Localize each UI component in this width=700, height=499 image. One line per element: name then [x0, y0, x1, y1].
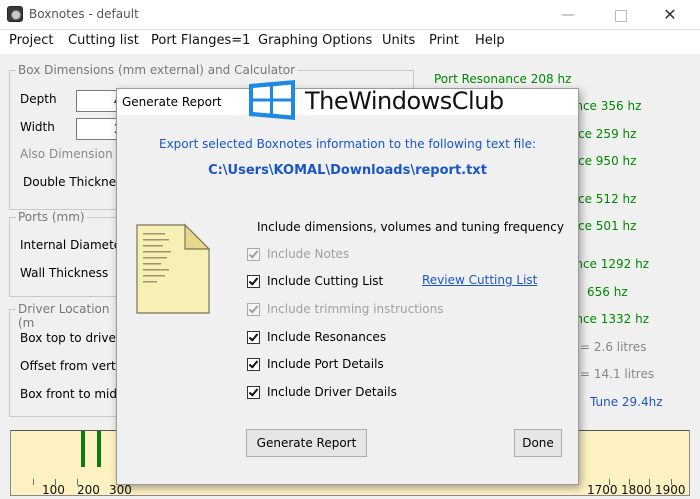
depth-label: Depth	[20, 92, 57, 106]
watermark: TheWindowsClub	[249, 80, 578, 120]
include-resonances-label: Include Resonances	[267, 330, 387, 344]
graph-label: 100	[42, 483, 65, 497]
resonance-value-2: ce 259 hz	[578, 127, 637, 141]
resonance-value-4: ce 512 hz	[578, 192, 637, 206]
checkbox-box[interactable]	[247, 386, 260, 399]
graph-label: 1900	[655, 483, 686, 497]
main-client-area: Box Dimensions (mm external) and Calcula…	[0, 54, 700, 499]
include-cutting-list-label: Include Cutting List	[267, 274, 384, 288]
width-label: Width	[20, 120, 55, 134]
checkbox-box[interactable]	[247, 275, 260, 288]
watermark-text: TheWindowsClub	[305, 87, 504, 115]
menu-graphing-options[interactable]: Graphing Options	[258, 33, 372, 48]
checkbox-box[interactable]	[247, 248, 260, 261]
menu-port-flanges[interactable]: Port Flanges=1	[151, 33, 250, 48]
resonance-value-7: 656 hz	[587, 285, 628, 299]
port-resonance-value: Port Resonance 208 hz	[434, 72, 572, 86]
generate-report-dialog: Generate Report TheWindowsClub Export se…	[116, 80, 579, 485]
include-trimming-label: Include trimming instructions	[267, 302, 444, 316]
checkbox-box[interactable]	[247, 303, 260, 316]
include-port-details-label: Include Port Details	[267, 357, 384, 371]
graph-bar	[97, 431, 101, 467]
menu-project[interactable]: Project	[9, 33, 53, 48]
export-description: Export selected Boxnotes information to …	[159, 137, 536, 151]
title-bar: Boxnotes - default — ✕	[0, 0, 700, 30]
report-file-path: C:\Users\KOMAL\Downloads\report.txt	[208, 163, 487, 178]
menu-bar: Project Cutting list Port Flanges=1 Grap…	[0, 30, 700, 54]
review-cutting-list-link[interactable]: Review Cutting List	[422, 273, 537, 287]
include-notes-label: Include Notes	[267, 247, 350, 261]
volume-value-2: = 14.1 litres	[580, 367, 655, 381]
internal-diameter-label: Internal Diameter	[20, 238, 127, 252]
driver-location-group: Driver Location (m Box top to driver c O…	[9, 302, 136, 417]
document-icon	[136, 223, 211, 314]
wall-thickness-label: Wall Thickness	[20, 266, 109, 280]
windows-logo-icon	[249, 80, 295, 120]
resonance-value-8: ance 1332 hz	[568, 312, 650, 326]
graph-label: 300	[109, 483, 132, 497]
graph-label: 200	[77, 483, 100, 497]
generate-report-button[interactable]: Generate Report	[246, 429, 367, 457]
resonance-value-1: ance 356 hz	[568, 99, 642, 113]
menu-units[interactable]: Units	[382, 33, 415, 48]
driver-location-title: Driver Location (m	[16, 302, 118, 330]
graph-label: 1800	[621, 483, 652, 497]
dialog-title-bar: Generate Report TheWindowsClub	[117, 80, 578, 120]
box-top-driver-label: Box top to driver c	[20, 331, 132, 345]
graph-bar	[81, 431, 85, 467]
resonance-value-5: ce 501 hz	[578, 219, 637, 233]
close-button[interactable]: ✕	[652, 4, 688, 26]
menu-print[interactable]: Print	[429, 33, 459, 48]
resonance-value-3: ce 950 hz	[578, 154, 637, 168]
also-dimension-label: Also Dimension ca	[20, 147, 131, 161]
maximize-button[interactable]	[603, 4, 639, 26]
include-driver-details-label: Include Driver Details	[267, 385, 397, 399]
window-title: Boxnotes - default	[29, 7, 139, 21]
ports-group: Ports (mm) Internal Diameter Wall Thickn…	[9, 210, 126, 297]
double-thickness-label: Double Thickness	[23, 175, 129, 189]
tune-value: Tune 29.4hz	[590, 395, 663, 409]
dialog-title: Generate Report	[122, 95, 222, 109]
menu-help[interactable]: Help	[475, 33, 505, 48]
checkbox-box[interactable]	[247, 358, 260, 371]
volume-value-1: = 2.6 litres	[580, 340, 647, 354]
checkbox-box[interactable]	[247, 331, 260, 344]
menu-cutting-list[interactable]: Cutting list	[68, 33, 139, 48]
ports-title: Ports (mm)	[16, 210, 87, 224]
resonance-value-6: ance 1292 hz	[568, 257, 650, 271]
graph-label: 1700	[587, 483, 618, 497]
done-button[interactable]: Done	[514, 429, 562, 457]
include-heading: Include dimensions, volumes and tuning f…	[257, 220, 564, 234]
app-icon	[7, 6, 23, 22]
box-dimensions-title: Box Dimensions (mm external) and Calcula…	[16, 63, 298, 77]
minimize-button[interactable]: —	[550, 4, 586, 26]
